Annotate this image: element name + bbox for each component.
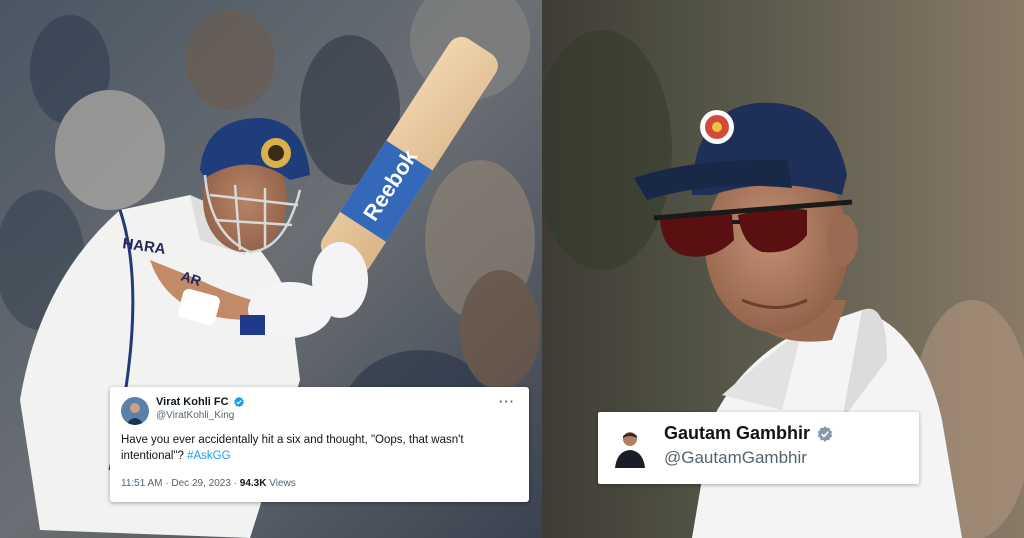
tweet-views-count: 94.3K — [239, 478, 267, 489]
tweet-meta: 11:51 AM · Dec 29, 2023 · 94.3K Views — [121, 478, 296, 489]
tweet-timestamp[interactable]: 11:51 AM · Dec 29, 2023 · — [121, 478, 240, 489]
tweet-body: Have you ever accidentally hit a six and… — [121, 432, 521, 464]
profile-handle[interactable]: @GautamGambhir — [664, 448, 807, 468]
profile-name-row[interactable]: Gautam Gambhir — [664, 423, 834, 444]
tweet-avatar[interactable] — [121, 397, 149, 425]
tweet-views-label: Views — [266, 478, 296, 489]
profile-card: Gautam Gambhir @GautamGambhir — [598, 412, 919, 484]
verified-badge-icon — [817, 425, 833, 442]
avatar-image — [121, 397, 149, 425]
tweet-display-name[interactable]: Virat Kohli FC — [156, 396, 229, 408]
tweet-handle[interactable]: @ViratKohli_King — [156, 410, 234, 421]
tweet-card: Virat Kohli FC @ViratKohli_King ··· Have… — [110, 387, 529, 502]
left-photo-panel: Reebok HARA AR Virat Kohli FC @ViratKohl… — [0, 0, 542, 538]
tweet-text: Have you ever accidentally hit a six and… — [121, 434, 464, 462]
profile-avatar[interactable] — [612, 426, 648, 468]
profile-avatar-image — [612, 426, 648, 468]
more-options-icon[interactable]: ··· — [499, 394, 515, 409]
profile-display-name[interactable]: Gautam Gambhir — [664, 423, 810, 444]
verified-badge-icon — [233, 396, 244, 408]
tweet-hashtag[interactable]: #AskGG — [187, 450, 230, 462]
tweet-author-row[interactable]: Virat Kohli FC — [156, 396, 245, 408]
